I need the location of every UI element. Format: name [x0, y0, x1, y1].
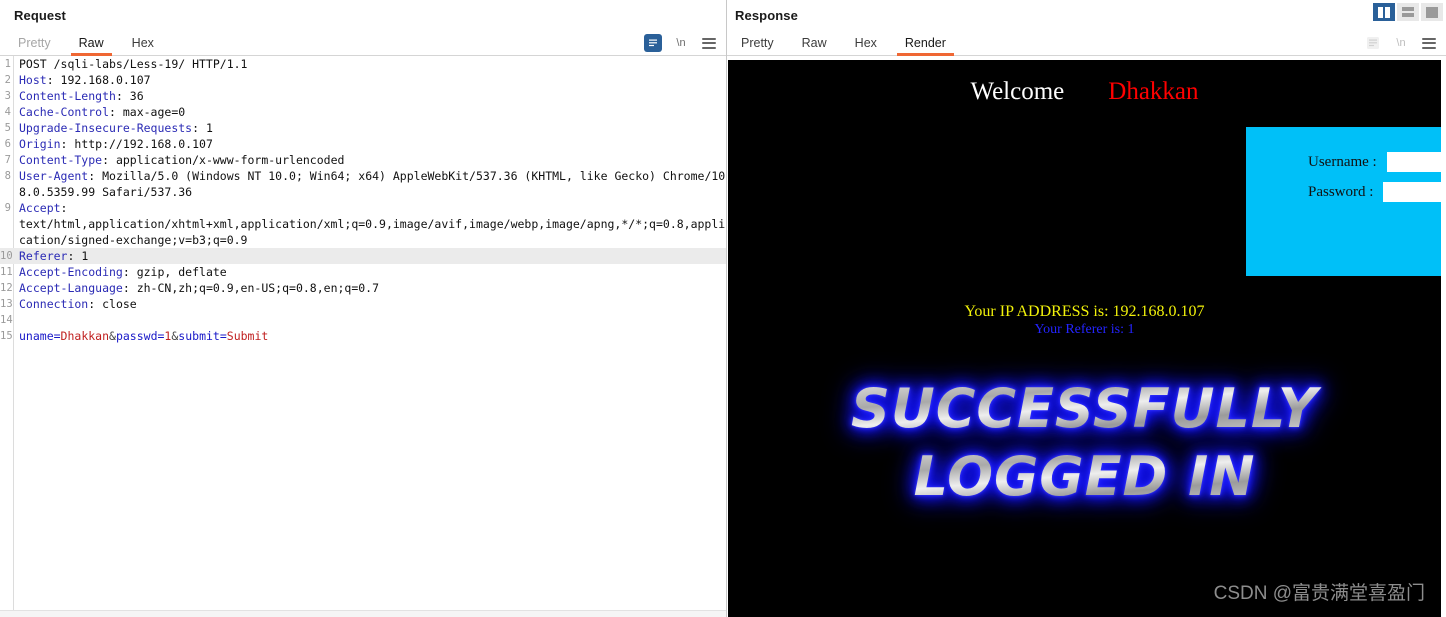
request-line: 13 Connection: close — [0, 296, 726, 312]
layout-split-horizontal-button[interactable] — [1397, 3, 1419, 21]
request-horizontal-scrollbar[interactable] — [0, 610, 726, 617]
request-line: 10 Referer: 1 — [0, 248, 726, 264]
line-content: Content-Type: application/x-www-form-url… — [19, 153, 345, 167]
tab-response-hex[interactable]: Hex — [841, 34, 891, 55]
request-lines: 1 POST /sqli-labs/Less-19/ HTTP/1.1 2 Host:… — [0, 56, 726, 344]
line-content: Accept-Language: zh-CN,zh;q=0.9,en-US;q=… — [19, 281, 380, 295]
request-panel: Request Pretty Raw Hex \n 1 POST /sqli-l… — [0, 0, 727, 617]
response-panel: Response Pretty Raw Hex Render \n Welcom… — [727, 0, 1446, 617]
request-menu-icon[interactable] — [700, 34, 718, 52]
line-content: Referer: 1 — [19, 249, 89, 263]
success-banner: SUCCESSFULLY LOGGED IN — [728, 375, 1441, 511]
request-line: 11 Accept-Encoding: gzip, deflate — [0, 264, 726, 280]
response-newline-icon[interactable]: \n — [1392, 34, 1410, 52]
layout-split-vertical-button[interactable] — [1373, 3, 1395, 21]
line-content: Host: 192.168.0.107 — [19, 73, 151, 87]
line-number: 13 — [0, 298, 13, 310]
line-content: Content-Length: 36 — [19, 89, 144, 103]
password-input[interactable] — [1383, 182, 1441, 202]
csdn-watermark: CSDN @富贵满堂喜盈门 — [1213, 583, 1425, 604]
response-tabstrip: Pretty Raw Hex Render \n — [727, 29, 1446, 56]
response-toolbar: \n — [1364, 34, 1438, 52]
password-row: Password : — [1308, 182, 1441, 202]
line-number: 7 — [4, 154, 11, 166]
request-line: 3 Content-Length: 36 — [0, 88, 726, 104]
tab-request-raw[interactable]: Raw — [65, 34, 118, 56]
logged-in-username: Dhakkan — [1108, 78, 1199, 105]
line-content: uname=Dhakkan&passwd=1&submit=Submit — [19, 329, 269, 343]
line-number: 6 — [4, 138, 11, 150]
tab-response-render[interactable]: Render — [891, 34, 960, 56]
request-panel-title: Request — [14, 8, 66, 23]
line-content: Accept-Encoding: gzip, deflate — [19, 265, 227, 279]
request-line: 9 Accept: text/html,application/xhtml+xml… — [0, 200, 726, 248]
request-line: 5 Upgrade-Insecure-Requests: 1 — [0, 120, 726, 136]
request-line: 6 Origin: http://192.168.0.107 — [0, 136, 726, 152]
tab-response-pretty[interactable]: Pretty — [727, 34, 788, 55]
request-line: 8 User-Agent: Mozilla/5.0 (Windows NT 10.… — [0, 168, 726, 200]
line-number: 11 — [0, 266, 13, 278]
response-panel-title: Response — [735, 8, 798, 23]
request-line: 15 uname=Dhakkan&passwd=1&submit=Submit — [0, 328, 726, 344]
username-input[interactable] — [1386, 152, 1441, 172]
line-number: 3 — [4, 90, 11, 102]
password-label: Password : — [1308, 183, 1374, 200]
line-content: User-Agent: Mozilla/5.0 (Windows NT 10.0… — [19, 169, 726, 199]
request-line: 12 Accept-Language: zh-CN,zh;q=0.9,en-US;… — [0, 280, 726, 296]
response-menu-icon[interactable] — [1420, 34, 1438, 52]
request-line: 2 Host: 192.168.0.107 — [0, 72, 726, 88]
line-number: 5 — [4, 122, 11, 134]
line-number: 10 — [0, 250, 13, 262]
welcome-heading: Welcome Dhakkan — [728, 78, 1441, 106]
success-line-1: SUCCESSFULLY — [728, 375, 1441, 443]
tab-request-hex[interactable]: Hex — [118, 34, 168, 55]
request-raw-editor[interactable]: 1 POST /sqli-labs/Less-19/ HTTP/1.1 2 Host:… — [0, 56, 726, 612]
ip-address-text: Your IP ADDRESS is: 192.168.0.107 — [964, 303, 1205, 320]
request-line: 14 — [0, 312, 726, 328]
layout-switcher — [1373, 3, 1443, 21]
request-line: 7 Content-Type: application/x-www-form-ur… — [0, 152, 726, 168]
word-wrap-icon[interactable] — [644, 34, 662, 52]
line-number: 12 — [0, 282, 13, 294]
request-toolbar: \n — [644, 34, 718, 52]
layout-single-pane-button[interactable] — [1421, 3, 1443, 21]
tab-response-raw[interactable]: Raw — [788, 34, 841, 55]
line-content: Upgrade-Insecure-Requests: 1 — [19, 121, 213, 135]
username-label: Username : — [1308, 153, 1377, 170]
request-tabstrip: Pretty Raw Hex \n — [0, 29, 726, 56]
line-content: POST /sqli-labs/Less-19/ HTTP/1.1 — [19, 57, 248, 71]
line-content: Cache-Control: max-age=0 — [19, 105, 186, 119]
line-number: 2 — [4, 74, 11, 86]
line-content: Accept: text/html,application/xhtml+xml,… — [19, 201, 726, 247]
line-number: 14 — [0, 314, 13, 326]
line-content: Origin: http://192.168.0.107 — [19, 137, 213, 151]
request-line: 4 Cache-Control: max-age=0 — [0, 104, 726, 120]
burp-repeater-window: Request Pretty Raw Hex \n 1 POST /sqli-l… — [0, 0, 1446, 617]
referer-text: Your Referer is: 1 — [1034, 322, 1135, 337]
login-form-box: Username : Password : — [1246, 127, 1441, 276]
response-render-area: Welcome Dhakkan Username : Password : You… — [727, 60, 1446, 617]
request-line: 1 POST /sqli-labs/Less-19/ HTTP/1.1 — [0, 56, 726, 72]
line-number: 4 — [4, 106, 11, 118]
rendered-page: Welcome Dhakkan Username : Password : You… — [728, 60, 1441, 617]
newline-icon[interactable]: \n — [672, 34, 690, 52]
success-line-2: LOGGED IN — [728, 443, 1441, 511]
line-number: 9 — [4, 202, 11, 214]
welcome-text: Welcome — [970, 78, 1065, 105]
line-number: 8 — [4, 170, 11, 182]
line-content: Connection: close — [19, 297, 137, 311]
line-number: 1 — [4, 58, 11, 70]
response-word-wrap-icon[interactable] — [1364, 34, 1382, 52]
username-row: Username : — [1308, 152, 1441, 172]
line-number: 15 — [0, 330, 13, 342]
tab-request-pretty[interactable]: Pretty — [4, 34, 65, 55]
